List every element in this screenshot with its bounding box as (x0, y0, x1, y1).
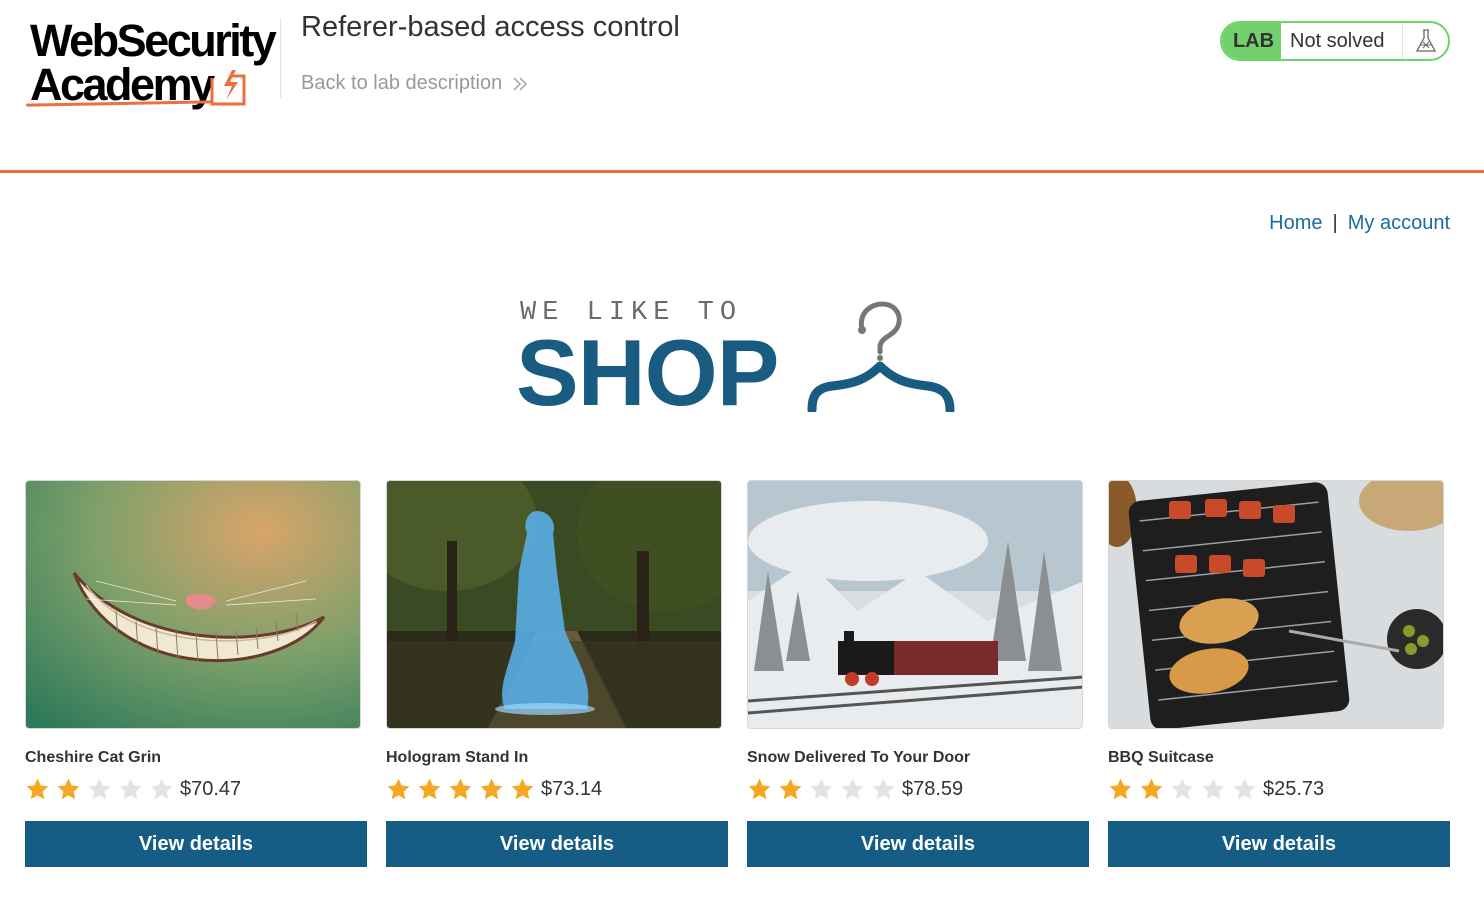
product-price: $73.14 (541, 777, 603, 800)
my-account-link[interactable]: My account (1348, 212, 1450, 235)
star-empty-icon (119, 778, 142, 799)
view-details-button[interactable]: View details (1108, 821, 1450, 867)
product-price: $78.59 (902, 777, 964, 800)
star-filled-icon (449, 778, 472, 799)
product-name: BBQ Suitcase (1108, 749, 1214, 766)
flask-icon (1402, 23, 1448, 59)
rating-row: $25.73 (1108, 774, 1450, 804)
star-filled-icon (480, 778, 503, 799)
product-price: $70.47 (180, 777, 242, 800)
view-details-button[interactable]: View details (25, 821, 367, 867)
product-image-bbq-suitcase (1108, 480, 1444, 729)
star-empty-icon (1171, 778, 1194, 799)
product-image-hologram-stand-in (386, 480, 722, 729)
star-filled-icon (779, 778, 802, 799)
star-empty-icon (88, 778, 111, 799)
rating-row: $70.47 (25, 774, 367, 804)
star-filled-icon (1140, 778, 1163, 799)
product-name: Snow Delivered To Your Door (747, 749, 971, 766)
product-price: $25.73 (1263, 777, 1325, 800)
star-rating (25, 777, 174, 802)
double-chevron-right-icon (513, 76, 528, 91)
back-to-lab-description-link[interactable]: Back to lab description (301, 72, 528, 95)
lab-status-text: Not solved (1290, 29, 1385, 52)
star-empty-icon (1233, 778, 1256, 799)
product-card: BBQ Suitcase $25.73 View details (1108, 480, 1450, 867)
account-nav: Home | My account (1269, 212, 1450, 235)
star-empty-icon (872, 778, 895, 799)
product-name: Hologram Stand In (386, 749, 529, 766)
star-rating (1108, 777, 1257, 802)
view-details-button[interactable]: View details (386, 821, 728, 867)
star-empty-icon (841, 778, 864, 799)
lightning-bolt-icon (210, 70, 246, 106)
rating-row: $73.14 (386, 774, 728, 804)
logo-line-1: WebSecurity (30, 15, 277, 66)
star-rating (747, 777, 896, 802)
star-filled-icon (1109, 778, 1132, 799)
shop-banner: WE LIKE TO SHOP (516, 296, 960, 425)
product-card: Cheshire Cat Grin $70.47 View details (25, 480, 367, 867)
star-filled-icon (511, 778, 534, 799)
web-security-academy-logo[interactable]: WebSecurity Academy (25, 15, 277, 112)
product-image-cheshire-cat-grin (25, 480, 361, 729)
star-rating (386, 777, 535, 802)
star-empty-icon (810, 778, 833, 799)
product-name: Cheshire Cat Grin (25, 749, 162, 766)
home-link[interactable]: Home (1269, 212, 1322, 235)
lab-title: Referer-based access control (301, 11, 680, 43)
clothes-hanger-icon (807, 301, 955, 412)
star-empty-icon (1202, 778, 1225, 799)
back-link-label: Back to lab description (301, 72, 503, 94)
star-filled-icon (57, 778, 80, 799)
banner-title: SHOP (516, 320, 779, 425)
star-filled-icon (387, 778, 410, 799)
rating-row: $78.59 (747, 774, 1089, 804)
star-filled-icon (418, 778, 441, 799)
lab-badge: LAB (1222, 23, 1281, 59)
product-card: Snow Delivered To Your Door $78.59 View … (747, 480, 1089, 867)
lab-status-widget: LAB Not solved (1220, 21, 1450, 61)
lab-header: WebSecurity Academy Referer-based access… (0, 0, 1484, 173)
star-empty-icon (150, 778, 173, 799)
product-card: Hologram Stand In $73.14 View details (386, 480, 728, 867)
product-image-snow-delivered-to-your-door (747, 480, 1083, 729)
star-filled-icon (26, 778, 49, 799)
nav-separator: | (1332, 212, 1338, 234)
view-details-button[interactable]: View details (747, 821, 1089, 867)
star-filled-icon (748, 778, 771, 799)
header-divider (280, 18, 281, 98)
